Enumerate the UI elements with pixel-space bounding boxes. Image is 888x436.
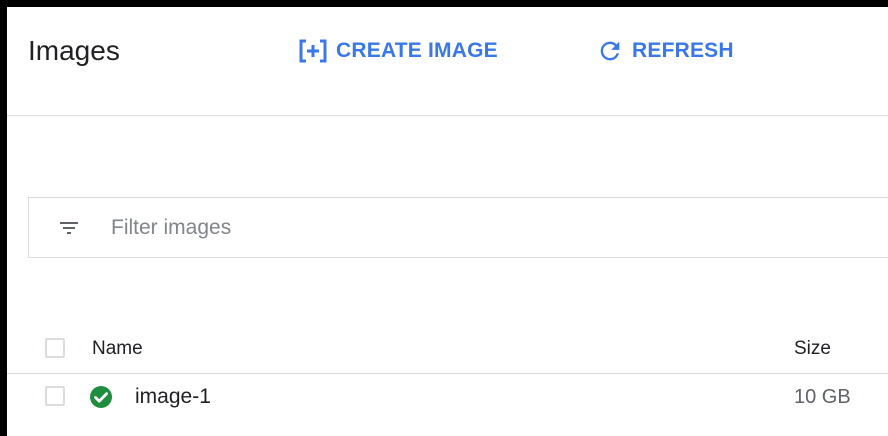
- filter-bar[interactable]: [28, 197, 888, 258]
- page-header: Images CREATE IMAGE REFRESH: [7, 7, 888, 116]
- create-image-button[interactable]: CREATE IMAGE: [298, 35, 498, 67]
- row-checkbox[interactable]: [45, 386, 65, 406]
- refresh-label: REFRESH: [632, 39, 734, 62]
- table-row[interactable]: image-1 10 GB: [7, 373, 888, 421]
- filter-images-input[interactable]: [109, 214, 713, 241]
- refresh-icon: [600, 41, 620, 61]
- column-header-size[interactable]: Size: [794, 337, 831, 361]
- images-page: Images CREATE IMAGE REFRESH Name Size: [7, 7, 888, 436]
- column-header-name[interactable]: Name: [92, 337, 143, 361]
- image-name-link[interactable]: image-1: [135, 385, 211, 409]
- table-header-row: Name Size: [7, 325, 888, 374]
- check-circle-icon: [90, 386, 112, 408]
- refresh-button[interactable]: REFRESH: [596, 35, 734, 67]
- select-all-checkbox[interactable]: [45, 338, 65, 358]
- image-size: 10 GB: [794, 386, 851, 408]
- filter-list-icon: [60, 221, 78, 234]
- create-image-label: CREATE IMAGE: [336, 39, 498, 62]
- page-title: Images: [28, 35, 120, 66]
- add-box-icon: [299, 39, 327, 63]
